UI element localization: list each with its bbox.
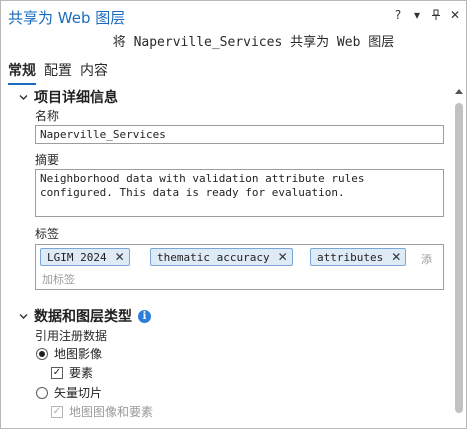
summary-textarea[interactable]: Neighborhood data with validation attrib… — [35, 169, 444, 217]
pane-title: 共享为 Web 图层 — [8, 9, 126, 27]
chevron-down-icon — [19, 313, 28, 319]
item-details-header[interactable]: 项目详细信息 — [19, 87, 118, 107]
chevron-down-icon — [19, 94, 28, 100]
tab-bar: 常规 配置 内容 — [8, 60, 108, 85]
tag-chip-label: thematic accuracy — [157, 250, 270, 264]
tags-input[interactable]: LGIM 2024 ✕ thematic accuracy ✕ attribut… — [35, 244, 444, 290]
map-image-radio[interactable] — [36, 347, 48, 360]
info-icon[interactable]: i — [138, 309, 151, 323]
vector-tile-radio[interactable] — [36, 386, 48, 399]
general-tab-content: 项目详细信息 名称 Naperville_Services 摘要 Neighbo… — [1, 85, 451, 429]
help-icon[interactable]: ? — [393, 8, 403, 22]
name-label: 名称 — [35, 109, 60, 123]
pane-subtitle: 将 Naperville_Services 共享为 Web 图层 — [112, 35, 395, 50]
share-web-layer-pane: 共享为 Web 图层 ? ▾ ✕ 将 Naperville_Services 共… — [0, 0, 467, 429]
remove-tag-icon[interactable]: ✕ — [115, 251, 125, 263]
features-checkbox[interactable]: ✓ — [51, 366, 63, 379]
remove-tag-icon[interactable]: ✕ — [391, 251, 401, 263]
scroll-up-icon[interactable] — [455, 89, 463, 94]
layer-type-title: 数据和图层类型 — [34, 309, 132, 325]
tab-configuration[interactable]: 配置 — [44, 60, 72, 85]
reference-registered-data-label: 引用注册数据 — [35, 329, 108, 343]
vector-tile-option[interactable]: 矢量切片 — [36, 384, 102, 401]
tab-general[interactable]: 常规 — [8, 60, 36, 85]
tag-chip-label: attributes — [317, 250, 384, 264]
tab-content[interactable]: 内容 — [80, 60, 108, 85]
map-image-and-features-option: ✓ 地图图像和要素 — [51, 403, 153, 420]
tags-label: 标签 — [35, 227, 60, 241]
tag-chip: thematic accuracy ✕ — [150, 248, 293, 266]
features-label: 要素 — [69, 366, 94, 380]
remove-tag-icon[interactable]: ✕ — [278, 251, 288, 263]
tag-chip: LGIM 2024 ✕ — [40, 248, 130, 266]
map-image-and-features-checkbox: ✓ — [51, 405, 63, 418]
add-tag-placeholder: 添 — [421, 253, 432, 266]
map-image-label: 地图影像 — [54, 347, 103, 361]
title-bar: 共享为 Web 图层 ? ▾ ✕ — [1, 1, 466, 31]
add-tag-placeholder: 加标签 — [42, 273, 75, 286]
map-image-option[interactable]: 地图影像 — [36, 345, 102, 362]
close-icon[interactable]: ✕ — [450, 8, 460, 22]
item-details-title: 项目详细信息 — [34, 90, 118, 106]
summary-label: 摘要 — [35, 153, 60, 167]
name-input[interactable]: Naperville_Services — [35, 125, 444, 144]
vertical-scrollbar[interactable] — [453, 85, 465, 429]
pin-icon[interactable] — [431, 8, 441, 22]
vector-tile-label: 矢量切片 — [54, 386, 103, 400]
map-image-and-features-label: 地图图像和要素 — [69, 405, 154, 419]
window-controls: ? ▾ ✕ — [393, 8, 460, 22]
features-option[interactable]: ✓ 要素 — [51, 364, 93, 381]
scrollbar-thumb[interactable] — [455, 103, 463, 413]
menu-dropdown-icon[interactable]: ▾ — [412, 8, 422, 22]
tag-chip-label: LGIM 2024 — [47, 250, 107, 264]
tag-chip: attributes ✕ — [310, 248, 407, 266]
layer-type-header[interactable]: 数据和图层类型 i — [19, 306, 151, 326]
